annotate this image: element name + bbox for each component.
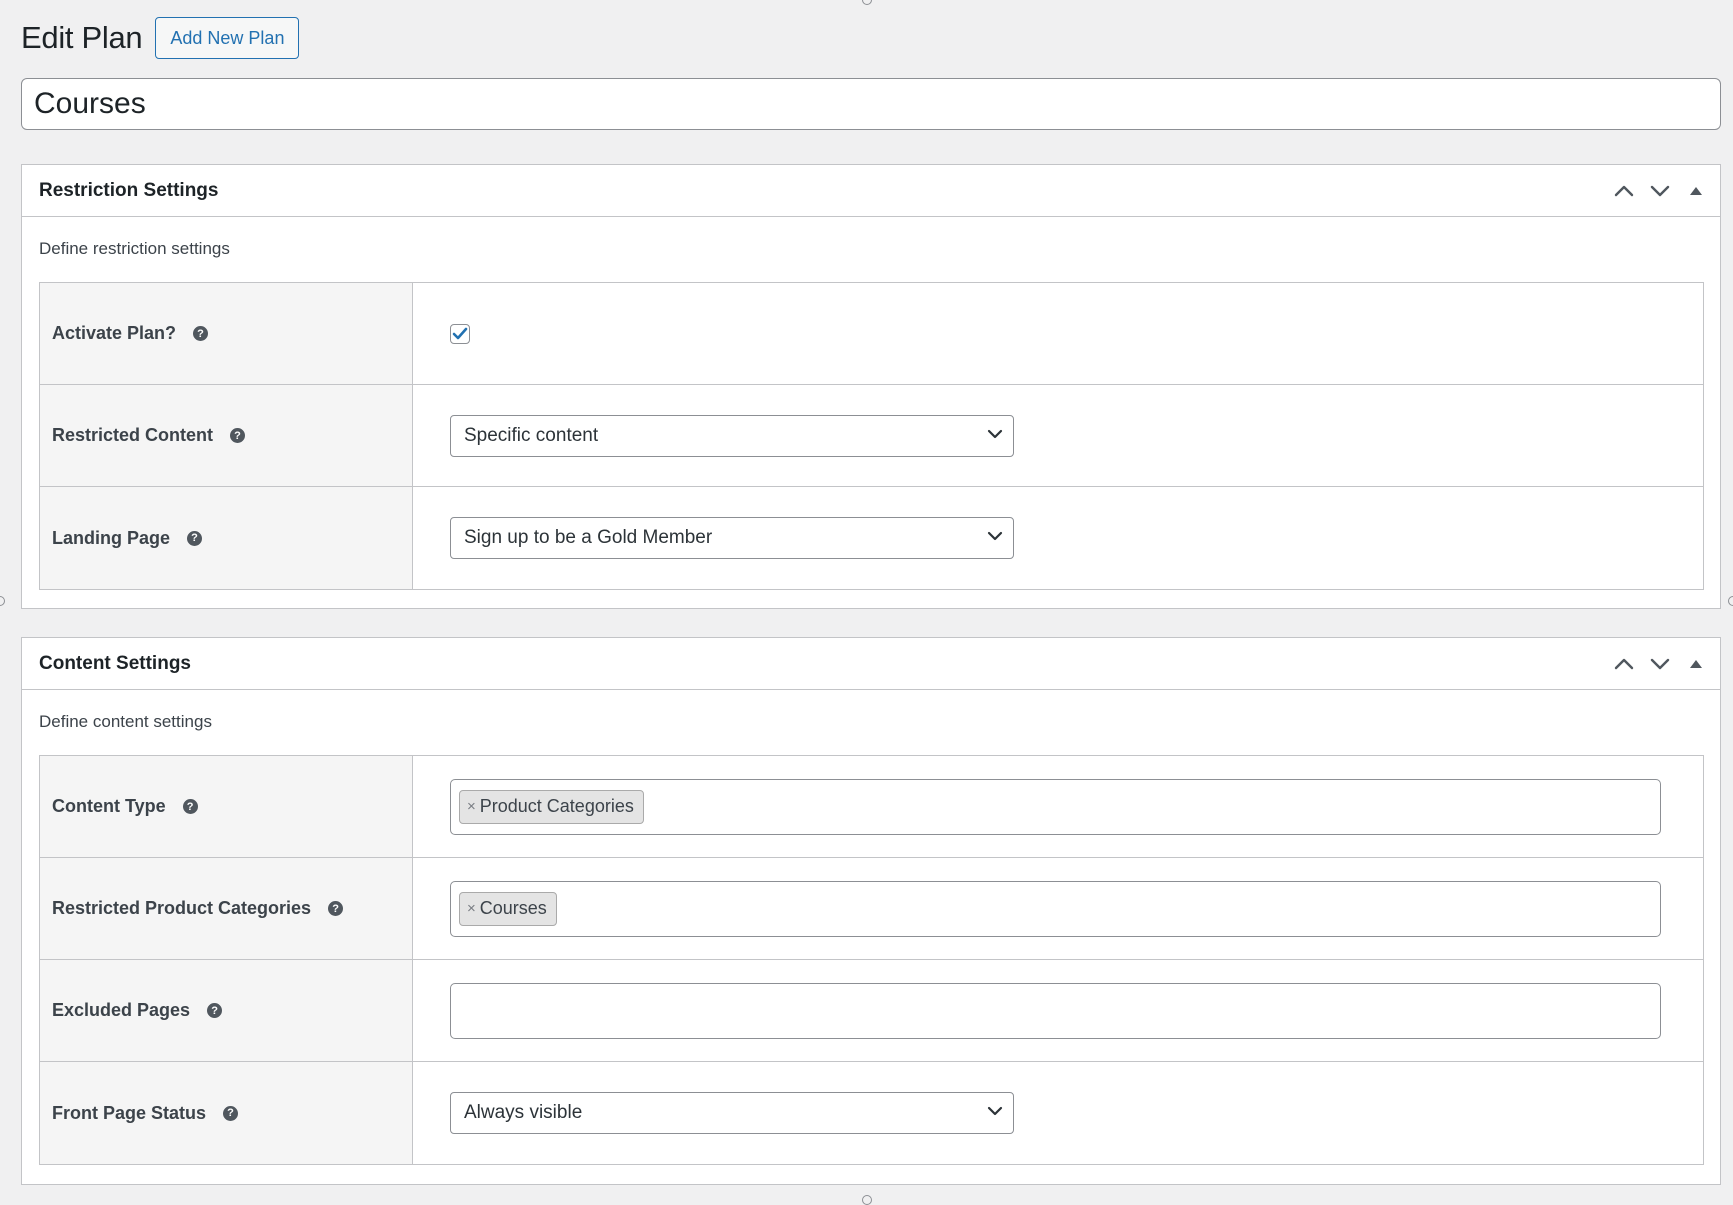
- question-circle-icon[interactable]: ?: [207, 1003, 223, 1018]
- triangle-up-icon[interactable]: [1678, 646, 1714, 682]
- activate-plan-row: Activate Plan? ?: [40, 283, 1703, 385]
- chevron-down-icon: [987, 1106, 1003, 1116]
- content-type-multiselect[interactable]: × Product Categories: [450, 778, 1661, 835]
- chevron-down-icon: [987, 531, 1003, 541]
- resize-handle-left[interactable]: [0, 596, 5, 606]
- content-type-row: Content Type ? × Product Categories: [40, 756, 1703, 858]
- restriction-settings-title: Restriction Settings: [39, 179, 219, 201]
- tag-chip: × Courses: [459, 891, 557, 926]
- content-settings-header: Content Settings: [22, 638, 1720, 690]
- resize-handle-bottom[interactable]: [862, 1195, 872, 1205]
- add-new-plan-button[interactable]: Add New Plan: [155, 17, 300, 59]
- excluded-pages-row: Excluded Pages ?: [40, 960, 1703, 1062]
- question-circle-icon[interactable]: ?: [182, 799, 198, 814]
- tag-label: Product Categories: [479, 796, 634, 816]
- chevron-up-icon[interactable]: [1606, 173, 1642, 209]
- question-circle-icon[interactable]: ?: [193, 326, 209, 341]
- landing-page-value: Sign up to be a Gold Member: [464, 527, 713, 548]
- activate-plan-label: Activate Plan?: [52, 323, 177, 343]
- page-header: Edit Plan Add New Plan: [21, 0, 1721, 76]
- landing-page-label: Landing Page: [52, 527, 171, 548]
- restricted-content-value: Specific content: [464, 424, 599, 446]
- box-controls: [1606, 638, 1714, 689]
- excluded-pages-label: Excluded Pages: [52, 1000, 191, 1020]
- front-page-status-select[interactable]: Always visible: [450, 1092, 1014, 1134]
- restricted-content-select[interactable]: Specific content: [450, 414, 1014, 457]
- front-page-status-row: Front Page Status ? Always visible: [40, 1062, 1703, 1164]
- content-settings-box: Content Settings Define content settings…: [21, 637, 1721, 1185]
- question-circle-icon[interactable]: ?: [328, 901, 344, 916]
- times-icon[interactable]: ×: [467, 900, 476, 917]
- chevron-down-icon[interactable]: [1642, 173, 1678, 209]
- page-title: Edit Plan: [21, 20, 143, 55]
- content-settings-description: Define content settings: [39, 712, 212, 731]
- content-type-label: Content Type: [52, 796, 166, 816]
- restricted-product-categories-label: Restricted Product Categories: [52, 898, 312, 918]
- landing-page-select[interactable]: Sign up to be a Gold Member: [450, 517, 1014, 559]
- front-page-status-label: Front Page Status: [52, 1102, 207, 1123]
- chevron-up-icon[interactable]: [1606, 646, 1642, 682]
- box-controls: [1606, 165, 1714, 216]
- plan-title-input[interactable]: [21, 78, 1721, 130]
- checkmark-icon: [452, 327, 468, 339]
- product-categories-multiselect[interactable]: × Courses: [450, 880, 1661, 937]
- chevron-down-icon[interactable]: [1642, 646, 1678, 682]
- landing-page-row: Landing Page ? Sign up to be a Gold Memb…: [40, 487, 1703, 589]
- front-page-status-value: Always visible: [464, 1102, 583, 1123]
- chevron-down-icon: [987, 429, 1003, 438]
- question-circle-icon[interactable]: ?: [187, 530, 203, 546]
- restricted-content-row: Restricted Content ? Specific content: [40, 385, 1703, 487]
- content-settings-table: Content Type ? × Product Categories Rest…: [39, 755, 1704, 1165]
- triangle-up-icon[interactable]: [1678, 173, 1714, 209]
- restricted-product-categories-row: Restricted Product Categories ? × Course…: [40, 858, 1703, 960]
- question-circle-icon[interactable]: ?: [230, 428, 246, 443]
- restriction-settings-header: Restriction Settings: [22, 165, 1720, 217]
- restriction-settings-box: Restriction Settings Define restriction …: [21, 164, 1721, 609]
- resize-handle-right[interactable]: [1728, 596, 1733, 606]
- question-circle-icon[interactable]: ?: [223, 1105, 239, 1121]
- content-settings-title: Content Settings: [39, 652, 191, 674]
- tag-label: Courses: [479, 898, 547, 918]
- activate-plan-checkbox[interactable]: [450, 323, 470, 344]
- restricted-content-label: Restricted Content: [52, 425, 214, 445]
- edit-plan-page: Edit Plan Add New Plan Restriction Setti…: [21, 0, 1721, 1185]
- restriction-settings-table: Activate Plan? ? Restricted Content ? Sp…: [39, 282, 1704, 590]
- excluded-pages-multiselect[interactable]: [450, 982, 1661, 1039]
- restriction-settings-description: Define restriction settings: [39, 239, 230, 258]
- tag-chip: × Product Categories: [459, 789, 644, 824]
- times-icon[interactable]: ×: [467, 798, 476, 815]
